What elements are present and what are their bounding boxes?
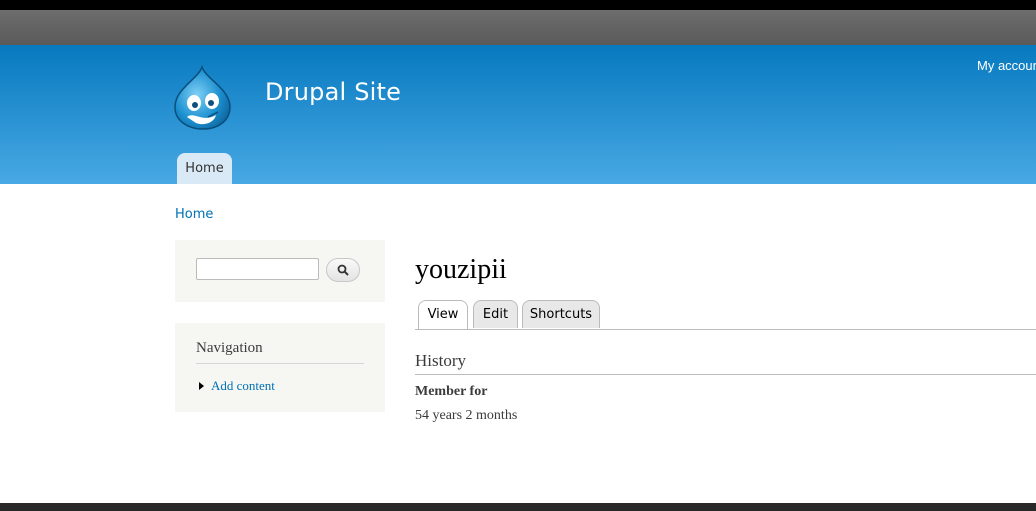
search-input[interactable] (196, 258, 319, 280)
tab-shortcuts[interactable]: Shortcuts (522, 300, 600, 328)
site-footer (0, 503, 1036, 511)
history-heading: History (415, 351, 1036, 375)
member-for-value: 54 years 2 months (415, 408, 518, 423)
bullet-arrow-icon (199, 382, 204, 390)
breadcrumb-home-link[interactable]: Home (175, 207, 213, 222)
tab-view[interactable]: View (418, 300, 468, 329)
site-name[interactable]: Drupal Site (265, 78, 401, 106)
nav-item-label[interactable]: Add content (211, 378, 275, 394)
my-account-link[interactable]: My account (977, 58, 1036, 73)
tab-edit[interactable]: Edit (473, 300, 518, 328)
main-menu-home-tab[interactable]: Home (177, 153, 232, 184)
page-title: youzipii (415, 254, 507, 285)
site-header: Drupal Site My account Home (0, 45, 1036, 184)
drupal-drop-icon[interactable] (172, 64, 234, 131)
shortcut-bar (0, 10, 1036, 46)
search-icon (337, 264, 349, 276)
navigation-title: Navigation (196, 340, 364, 364)
nav-item-add-content[interactable]: Add content (196, 378, 275, 394)
navigation-block: Navigation Add content (175, 323, 385, 412)
admin-toolbar (0, 0, 1036, 10)
member-for-label: Member for (415, 384, 488, 399)
search-button[interactable] (326, 258, 360, 282)
page-tabs: View Edit Shortcuts (415, 300, 1036, 330)
search-block (175, 240, 385, 302)
